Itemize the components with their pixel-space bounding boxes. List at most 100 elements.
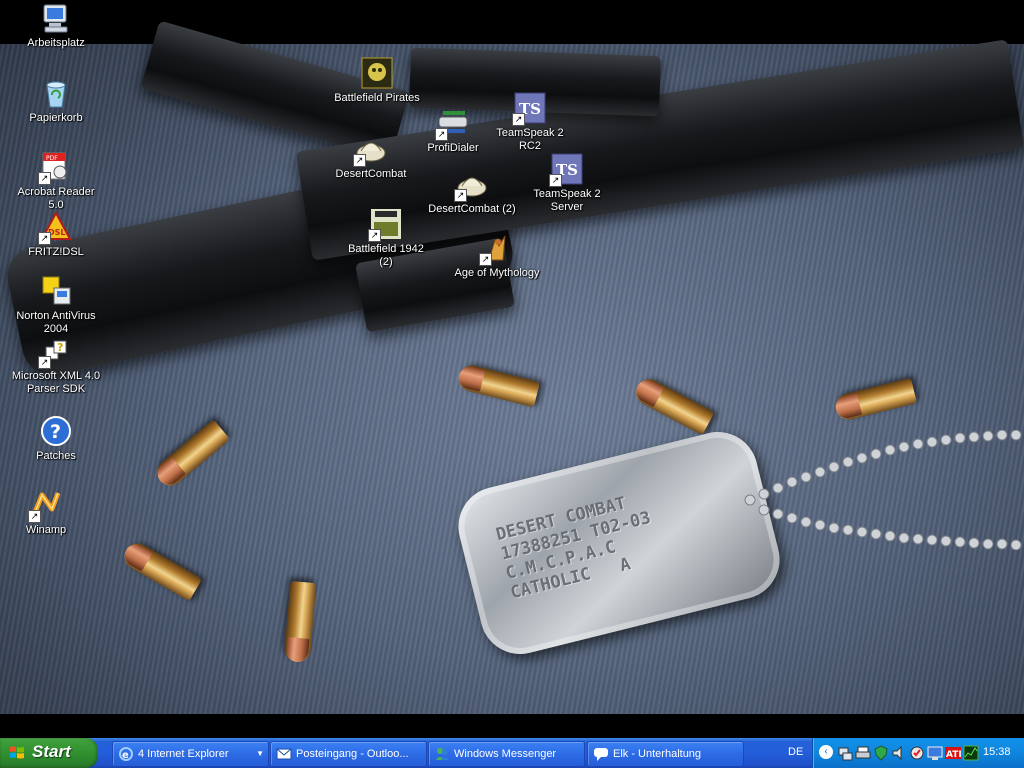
task-label: Windows Messenger [454,748,557,760]
help-icon: ? [40,415,72,447]
wallpaper-bullet [119,538,203,602]
battlefield-1942-icon: ↗ [368,208,402,242]
shortcut-arrow-icon: ↗ [435,128,448,141]
norton-antivirus-icon [40,275,72,307]
acrobat-reader-icon: PDF ↗ [38,151,72,185]
fritz-dsl-icon: DSL ↗ [38,210,72,245]
icon-label: TeamSpeak 2 RC2 [496,127,564,152]
task-label: 4 Internet Explorer [138,748,229,760]
icon-label: Microsoft XML 4.0 Parser SDK [11,370,101,395]
outlook-icon [276,748,292,760]
task-label: Posteingang - Outloo... [296,748,409,760]
system-tray: ‹ ATI 15:38 [812,738,1024,768]
desertcombat-icon: ↗ [454,168,488,202]
printer-icon[interactable] [855,745,871,761]
network-icon[interactable] [837,745,853,761]
svg-text:ATI: ATI [946,750,961,760]
performance-monitor-icon[interactable] [963,745,979,761]
icon-label: Winamp [25,524,67,536]
chat-icon [594,748,608,761]
display-settings-icon[interactable] [927,745,943,761]
icon-label: FRITZ!DSL [28,246,84,258]
icon-label: Arbeitsplatz [27,37,85,49]
profidialer-icon: ↗ [435,107,469,141]
svg-text:?: ? [57,341,63,354]
show-hidden-icons-icon[interactable]: ‹ [819,745,833,759]
my-computer-icon [40,2,72,34]
dogtag-engraving: DESERT COMBAT 17388251 T02-03 C.M.C.P.A.… [494,493,653,604]
age-of-mythology-icon: ↗ [479,232,513,266]
desktop-icon-age-of-mythology[interactable]: ↗ Age of Mythology [452,232,542,280]
start-label: Start [32,742,71,761]
shortcut-arrow-icon: ↗ [512,113,525,126]
wallpaper-bullet [283,581,317,663]
shortcut-arrow-icon: ↗ [549,174,562,187]
desktop-icon-teamspeak-server[interactable]: TS ↗ TeamSpeak 2 Server [522,153,612,214]
taskbar: Start e 4 Internet Explorer ▼ Posteingan… [0,738,1024,768]
wallpaper-letterbox-bottom [0,714,1024,738]
icon-label: Age of Mythology [454,267,540,279]
svg-text:e: e [122,750,129,761]
icon-label: Acrobat Reader 5.0 [17,186,95,211]
teamspeak-icon: TS ↗ [512,92,546,126]
start-button[interactable]: Start [0,738,98,768]
svg-text:?: ? [50,421,61,443]
icon-label: DesertCombat (2) [428,203,516,215]
wallpaper-bullet [833,377,917,423]
icon-label: Battlefield 1942 (2) [348,243,424,268]
wallpaper-bullet [152,419,230,491]
desktop-icon-acrobat-reader[interactable]: PDF ↗ Acrobat Reader 5.0 [11,151,101,212]
icon-label: Patches [36,450,76,462]
wallpaper-bullet [456,362,540,408]
desktop-icon-battlefield-1942-2[interactable]: ↗ Battlefield 1942 (2) [341,208,431,269]
desktop-icon-msxml-sdk[interactable]: ? ↗ Microsoft XML 4.0 Parser SDK [11,335,101,396]
taskbar-button-windows-messenger[interactable]: Windows Messenger [428,741,585,767]
taskbar-button-outlook[interactable]: Posteingang - Outloo... [270,741,427,767]
clock[interactable]: 15:38 [983,746,1011,758]
desktop-icon-patches[interactable]: ? Patches [11,415,101,463]
desktop-icon-desertcombat[interactable]: ↗ DesertCombat [326,133,416,181]
wallpaper-bullet [631,374,715,436]
volume-icon[interactable] [891,745,907,761]
desktop-icon-arbeitsplatz[interactable]: Arbeitsplatz [11,2,101,50]
wallpaper-chain [744,430,1022,550]
desktop-icon-desertcombat-2[interactable]: ↗ DesertCombat (2) [427,168,517,216]
shortcut-arrow-icon: ↗ [38,172,51,185]
task-label: Elk - Unterhaltung [613,748,702,760]
winamp-icon: ↗ [28,489,62,523]
desktop-icon-fritz-dsl[interactable]: DSL ↗ FRITZ!DSL [11,210,101,259]
desertcombat-icon: ↗ [353,133,387,167]
desktop-icon-battlefield-pirates[interactable]: Battlefield Pirates [332,57,422,105]
desktop-icon-teamspeak-rc2[interactable]: TS ↗ TeamSpeak 2 RC2 [485,92,575,153]
language-indicator[interactable]: DE [788,746,803,758]
windows-logo-icon [10,746,24,759]
help-file-icon: ? ↗ [38,335,72,369]
shortcut-arrow-icon: ↗ [28,510,41,523]
desktop-icon-papierkorb[interactable]: Papierkorb [11,77,101,125]
icon-label: Papierkorb [29,112,83,124]
icon-label: DesertCombat [335,168,407,180]
desktop-icon-winamp[interactable]: ↗ Winamp [1,489,91,537]
icon-label: Norton AntiVirus 2004 [16,310,96,335]
taskbar-button-internet-explorer[interactable]: e 4 Internet Explorer ▼ [112,741,269,767]
svg-text:PDF: PDF [46,155,58,162]
messenger-icon [436,748,449,760]
shortcut-arrow-icon: ↗ [353,154,366,167]
icon-label: TeamSpeak 2 Server [533,188,601,213]
desktop[interactable]: DESERT COMBAT 17388251 T02-03 C.M.C.P.A.… [0,0,1024,738]
shortcut-arrow-icon: ↗ [454,189,467,202]
recycle-bin-icon [40,77,72,109]
ati-icon[interactable]: ATI [945,745,961,761]
shortcut-arrow-icon: ↗ [38,356,51,369]
shortcut-arrow-icon: ↗ [38,232,51,245]
shortcut-arrow-icon: ↗ [368,229,381,242]
teamspeak-server-icon: TS ↗ [549,153,583,187]
icon-label: Battlefield Pirates [334,92,420,104]
taskbar-button-elk-unterhaltung[interactable]: Elk - Unterhaltung [587,741,744,767]
antivirus-icon[interactable] [909,745,925,761]
desktop-icon-norton-antivirus[interactable]: Norton AntiVirus 2004 [11,275,101,336]
security-shield-icon[interactable] [873,745,889,761]
group-dropdown-arrow-icon[interactable]: ▼ [256,742,264,766]
shortcut-arrow-icon: ↗ [479,253,492,266]
internet-explorer-icon: e [119,747,133,761]
